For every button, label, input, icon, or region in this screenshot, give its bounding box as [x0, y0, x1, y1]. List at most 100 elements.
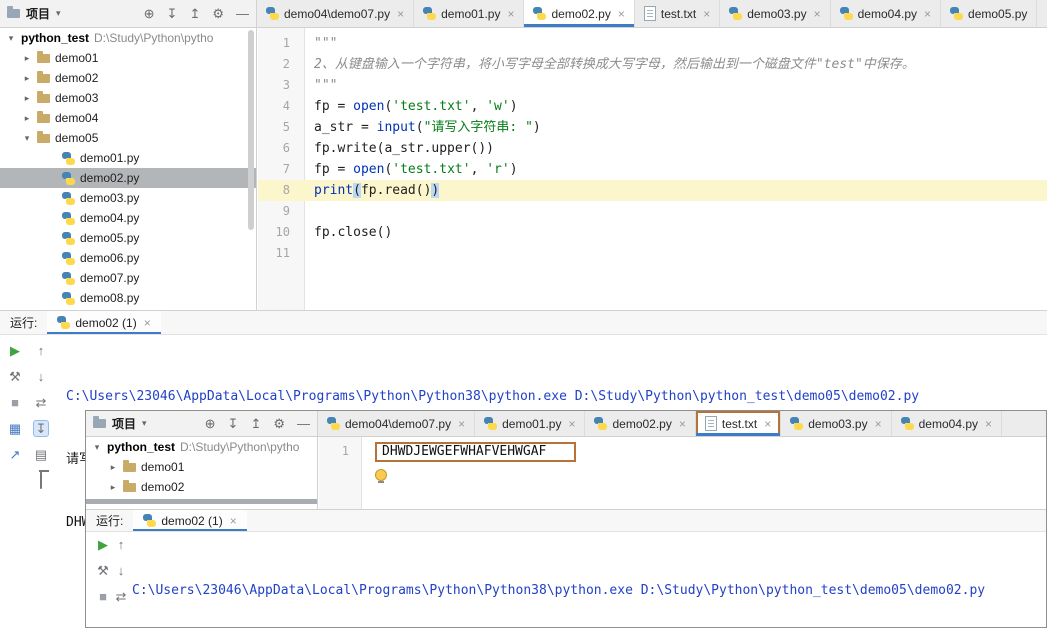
stop-button[interactable]: ■: [11, 396, 19, 409]
code-token: fp.read(): [360, 183, 432, 198]
close-tab-icon[interactable]: ×: [144, 316, 151, 330]
python-file-icon: [266, 7, 279, 20]
line-number: 3: [282, 78, 290, 92]
close-tab-icon[interactable]: ×: [924, 7, 931, 21]
tab-demo04-demo07-py[interactable]: demo04\demo07.py ×: [257, 0, 415, 27]
tree-scrollbar[interactable]: [248, 30, 254, 230]
tree-item-demo05[interactable]: ▾ demo05: [0, 128, 256, 148]
tab-test-txt[interactable]: test.txt ×: [635, 0, 721, 27]
tree-item-demo03[interactable]: ▸ demo03: [0, 88, 256, 108]
rerun-button[interactable]: ▶: [10, 344, 20, 357]
tab-demo03-py[interactable]: demo03.py ×: [720, 0, 831, 27]
tree-item-demo07-py[interactable]: demo07.py: [0, 268, 256, 288]
scroll-to-end-icon[interactable]: ↧: [32, 420, 50, 437]
tree-item-demo04[interactable]: ▸ demo04: [0, 108, 256, 128]
tree-root-python-test[interactable]: ▾ python_test D:\Study\Python\pytho: [0, 28, 256, 48]
collapse-all-icon[interactable]: ↥: [189, 6, 200, 22]
code-line[interactable]: 1 """: [258, 33, 1047, 54]
tree-item-demo08-py[interactable]: demo08.py: [0, 288, 256, 308]
code-token: input: [376, 120, 416, 135]
close-tab-icon[interactable]: ×: [397, 7, 404, 21]
close-tab-icon[interactable]: ×: [507, 7, 514, 21]
folder-icon: [37, 110, 50, 123]
run-label: 运行:: [10, 316, 38, 330]
code-line[interactable]: 7 fp = open('test.txt', 'r'): [258, 159, 1047, 180]
up-stack-trace-icon[interactable]: ↑: [38, 344, 45, 357]
tree-item-label: demo01: [55, 51, 99, 65]
python-file-icon: [729, 7, 743, 20]
close-tab-icon[interactable]: ×: [618, 7, 625, 21]
tree-item-demo05-py[interactable]: demo05.py: [0, 228, 256, 248]
tree-item-demo04-py[interactable]: demo04.py: [0, 208, 256, 228]
line-number: 6: [282, 141, 290, 155]
chevron-right-icon[interactable]: ▸: [22, 113, 32, 124]
inner-code-line: 1 DHWDJEWGEFWHAFVEHWGAF: [319, 441, 1046, 462]
code-text: fp = open('test.txt', 'w'): [304, 96, 518, 117]
chevron-right-icon[interactable]: ▸: [22, 73, 32, 84]
tree-item-demo02[interactable]: ▸ demo02: [0, 68, 256, 88]
run-tab-demo02[interactable]: demo02 (1) ×: [47, 311, 161, 334]
print-console-icon[interactable]: ▤: [35, 448, 47, 461]
code-line[interactable]: 5 a_str = input("请写入字符串: "): [258, 117, 1047, 138]
tab-label: test.txt: [660, 6, 697, 21]
show-console-grid-icon[interactable]: ▦: [9, 422, 21, 435]
tab-label: demo03.py: [808, 416, 868, 431]
line-number: 8: [282, 183, 290, 197]
tab-demo02-py[interactable]: demo02.py ×: [524, 0, 635, 27]
top-bar: 项目 ▾ ⊕ ↧ ↥ ⚙ ― demo04\demo07.py × demo01…: [0, 0, 1047, 28]
tree-item-demo01[interactable]: ▸ demo01: [0, 48, 256, 68]
code-line[interactable]: 4 fp = open('test.txt', 'w'): [258, 96, 1047, 117]
modify-run-config-icon[interactable]: ⚒: [9, 370, 21, 383]
tab-demo05-py-truncated[interactable]: demo05.py: [941, 0, 1038, 27]
tree-item-demo03-py[interactable]: demo03.py: [0, 188, 256, 208]
close-tab-icon[interactable]: ×: [814, 7, 821, 21]
run-toolwindow-header: 运行: demo02 (1) ×: [0, 310, 1047, 335]
code-line[interactable]: 9: [258, 201, 1047, 222]
code-text: 2、从键盘输入一个字符串，将小写字母全部转换成大写字母，然后输出到一个磁盘文件"…: [304, 54, 915, 75]
pycharm-window: 项目 ▾ ⊕ ↧ ↥ ⚙ ― demo04\demo07.py × demo01…: [0, 0, 1047, 644]
pinned-screenshot[interactable]: 项目 ▾ ⊕ ↧ ↥ ⚙ ― demo04\demo07.py × demo01…: [85, 410, 1047, 628]
tab-demo04-py[interactable]: demo04.py ×: [831, 0, 942, 27]
code-text: fp.write(a_str.upper()): [304, 138, 494, 159]
pin-arrow-icon[interactable]: ↗: [10, 448, 21, 461]
code-line[interactable]: 10 fp.close(): [258, 222, 1047, 243]
code-editor[interactable]: 1 """ 2 2、从键盘输入一个字符串，将小写字母全部转换成大写字母，然后输出…: [258, 28, 1047, 310]
project-toolwindow-header: 项目 ▾ ⊕ ↧ ↥ ⚙ ―: [0, 0, 257, 28]
down-stack-trace-icon: ↓: [117, 563, 125, 578]
tree-item-demo01-py[interactable]: demo01.py: [0, 148, 256, 168]
code-token: (: [415, 120, 424, 135]
tree-item-demo02-py-selected[interactable]: demo02.py: [0, 168, 256, 188]
chevron-down-icon[interactable]: ▾: [56, 8, 61, 19]
run-toolbar-column-2: ↑ ↓ ⇄ ↧ ▤: [32, 344, 50, 489]
code-token: ): [532, 120, 541, 135]
chevron-down-icon[interactable]: ▾: [22, 133, 32, 144]
tab-demo01-py[interactable]: demo01.py ×: [414, 0, 525, 27]
python-file-icon: [62, 251, 75, 265]
code-line[interactable]: 6 fp.write(a_str.upper()): [258, 138, 1047, 159]
tree-item-label: demo07.py: [80, 271, 140, 285]
python-file-icon: [62, 191, 75, 205]
code-line[interactable]: 2 2、从键盘输入一个字符串，将小写字母全部转换成大写字母，然后输出到一个磁盘文…: [258, 54, 1047, 75]
code-line[interactable]: 11: [258, 243, 1047, 264]
restore-layout-icon[interactable]: ⇄: [36, 396, 47, 409]
close-tab-icon[interactable]: ×: [703, 7, 710, 21]
chevron-down-icon[interactable]: ▾: [6, 33, 16, 44]
tree-item-demo06-py[interactable]: demo06.py: [0, 248, 256, 268]
locate-file-icon[interactable]: ⊕: [144, 6, 155, 22]
hide-panel-icon[interactable]: ―: [236, 6, 249, 21]
chevron-right-icon[interactable]: ▸: [22, 53, 32, 64]
chevron-right-icon[interactable]: ▸: [22, 93, 32, 104]
inner-editor-tab-bar: demo04\demo07.py × demo01.py × demo02.py…: [318, 411, 1046, 437]
code-line[interactable]: 3 """: [258, 75, 1047, 96]
project-toolwindow-title[interactable]: 项目: [26, 5, 50, 22]
inner-tree-item-demo01: ▸ demo01: [86, 457, 317, 477]
tab-label: test.txt: [721, 416, 758, 431]
down-stack-trace-icon[interactable]: ↓: [38, 370, 45, 383]
code-token: fp.write(a_str.upper()): [314, 141, 495, 156]
code-line-caret[interactable]: 8 print(fp.read()): [258, 180, 1047, 201]
expand-all-icon[interactable]: ↧: [167, 6, 178, 22]
settings-icon[interactable]: ⚙: [212, 6, 224, 22]
trash-icon[interactable]: [40, 472, 42, 489]
python-file-icon: [143, 514, 157, 527]
code-token: ,: [470, 162, 487, 177]
